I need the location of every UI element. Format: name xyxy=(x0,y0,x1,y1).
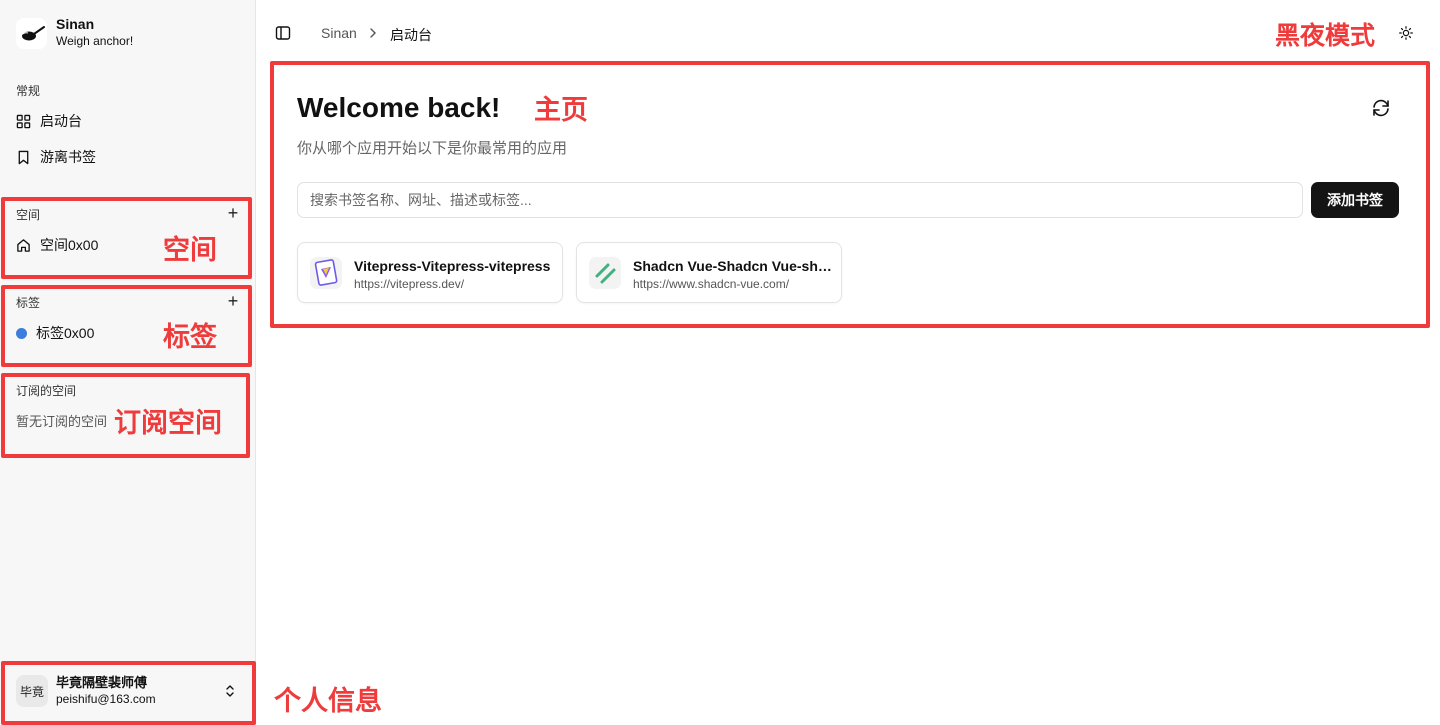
sidebar-item-loose-bookmarks[interactable]: 游离书签 xyxy=(16,147,96,167)
annotation-home: 主页 xyxy=(534,95,588,126)
annotation-subscribed: 订阅空间 xyxy=(114,408,222,439)
sidebar-item-label: 启动台 xyxy=(40,113,82,129)
sidebar-item-label: 游离书签 xyxy=(40,149,96,165)
grid-icon xyxy=(16,114,31,128)
add-bookmark-button[interactable]: 添加书签 xyxy=(1311,182,1399,218)
sidebar-item-launchpad[interactable]: 启动台 xyxy=(16,111,82,131)
bookmark-url: https://www.shadcn-vue.com/ xyxy=(633,277,790,291)
annotation-tag: 标签 xyxy=(163,322,217,353)
header: Sinan 启动台 黑夜模式 xyxy=(256,0,1440,64)
group-label-general: 常规 xyxy=(16,84,41,98)
annotation-dark-mode: 黑夜模式 xyxy=(1275,21,1376,50)
vitepress-icon xyxy=(310,257,342,289)
annotation-box-profile xyxy=(1,661,256,725)
sidebar-toggle-icon[interactable] xyxy=(275,25,291,41)
page-title: Welcome back! xyxy=(297,92,501,123)
logo-icon xyxy=(16,17,47,49)
bookmark-card[interactable]: Vitepress-Vitepress-vitepress https://vi… xyxy=(297,242,563,303)
shadcn-icon xyxy=(589,257,621,289)
bookmark-title: Shadcn Vue-Shadcn Vue-shadcn xyxy=(633,258,833,274)
brand-name: Sinan xyxy=(56,16,95,32)
page-subtitle: 你从哪个应用开始以下是你最常用的应用 xyxy=(297,140,568,157)
search-input[interactable] xyxy=(297,182,1303,218)
bookmark-url: https://vitepress.dev/ xyxy=(354,277,465,291)
chevron-right-icon xyxy=(370,28,376,38)
bookmark-title: Vitepress-Vitepress-vitepress xyxy=(354,258,551,274)
sun-icon[interactable] xyxy=(1399,26,1413,40)
brand-subtitle: Weigh anchor! xyxy=(56,34,134,48)
brand[interactable]: Sinan Weigh anchor! xyxy=(16,16,133,50)
breadcrumb-current: 启动台 xyxy=(390,27,432,43)
breadcrumb-root[interactable]: Sinan xyxy=(321,25,357,41)
annotation-space: 空间 xyxy=(163,235,217,266)
bookmark-card[interactable]: Shadcn Vue-Shadcn Vue-shadcn https://www… xyxy=(576,242,842,303)
annotation-profile: 个人信息 xyxy=(274,686,382,717)
bookmark-icon xyxy=(18,150,29,164)
refresh-icon[interactable] xyxy=(1371,98,1391,118)
